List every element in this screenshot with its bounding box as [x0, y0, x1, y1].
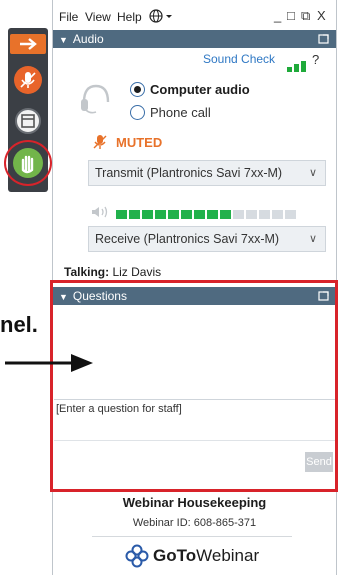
globe-icon[interactable]	[148, 8, 174, 27]
receive-device-select[interactable]: Receive (Plantronics Savi 7xx-M) ∨	[88, 226, 326, 252]
talking-name: Liz Davis	[112, 265, 162, 279]
window-icon[interactable]	[15, 108, 41, 134]
brand-goto: GoTo	[153, 546, 197, 565]
menu-file[interactable]: File	[59, 10, 78, 24]
level-segment	[116, 210, 127, 220]
annotation-arrow-icon	[5, 352, 95, 379]
phone-call-label[interactable]: Phone call	[150, 105, 211, 120]
footer-divider	[92, 536, 292, 537]
footer-title: Webinar Housekeeping	[122, 495, 267, 510]
gotowebinar-logo: GoToWebinar	[125, 543, 265, 569]
level-segment	[181, 210, 192, 220]
level-segment	[194, 210, 205, 220]
signal-meter-icon	[287, 54, 308, 72]
hand-highlight-circle	[4, 140, 52, 186]
gotowebinar-flower-icon	[125, 544, 149, 568]
level-segment	[246, 210, 257, 220]
help-question-icon[interactable]: ?	[312, 52, 319, 67]
phone-call-radio[interactable]	[130, 105, 145, 120]
minimize-button[interactable]: _	[274, 8, 281, 23]
audio-level-meter	[116, 206, 298, 220]
mic-muted-small-icon[interactable]	[92, 133, 108, 156]
level-segment	[220, 210, 231, 220]
transmit-device-value: Transmit (Plantronics Savi 7xx-M)	[95, 166, 283, 180]
talking-label: Talking:	[64, 265, 110, 279]
popout-button[interactable]: ⧉	[301, 8, 310, 24]
menu-help[interactable]: Help	[117, 10, 142, 24]
menu-bar: File View Help _ □ ⧉ X	[53, 6, 336, 28]
chevron-down-icon: ∨	[308, 233, 317, 245]
audio-panel-title: Audio	[72, 32, 104, 46]
menu-view[interactable]: View	[85, 10, 111, 24]
radio-selected-dot	[134, 86, 141, 93]
audio-panel-header[interactable]: ▼ Audio	[53, 30, 336, 48]
level-segment	[142, 210, 153, 220]
receive-device-value: Receive (Plantronics Savi 7xx-M)	[95, 232, 280, 246]
level-segment	[233, 210, 244, 220]
brand-webinar: Webinar	[196, 546, 260, 565]
popout-icon[interactable]	[318, 30, 330, 53]
collapse-triangle-icon[interactable]: ▼	[59, 31, 68, 49]
computer-audio-radio[interactable]	[130, 82, 145, 97]
level-segment	[129, 210, 140, 220]
headset-icon	[78, 80, 114, 121]
level-segment	[155, 210, 166, 220]
mic-muted-icon[interactable]	[14, 66, 42, 94]
speaker-icon	[90, 205, 112, 224]
muted-label: MUTED	[116, 135, 163, 150]
webinar-id: Webinar ID: 608-865-371	[132, 517, 257, 529]
level-segment	[259, 210, 270, 220]
chevron-down-icon: ∨	[308, 167, 317, 179]
annotation-text: nel.	[0, 312, 38, 337]
level-segment	[168, 210, 179, 220]
transmit-device-select[interactable]: Transmit (Plantronics Savi 7xx-M) ∨	[88, 160, 326, 186]
arrow-right-icon[interactable]	[10, 34, 46, 54]
restore-button[interactable]: □	[287, 8, 295, 23]
level-segment	[272, 210, 283, 220]
computer-audio-label[interactable]: Computer audio	[150, 82, 250, 97]
close-button[interactable]: X	[317, 8, 326, 23]
level-segment	[285, 210, 296, 220]
sound-check-link[interactable]: Sound Check	[203, 52, 275, 66]
talking-indicator: Talking: Liz Davis	[64, 265, 161, 279]
level-segment	[207, 210, 218, 220]
questions-highlight-box	[50, 280, 338, 492]
